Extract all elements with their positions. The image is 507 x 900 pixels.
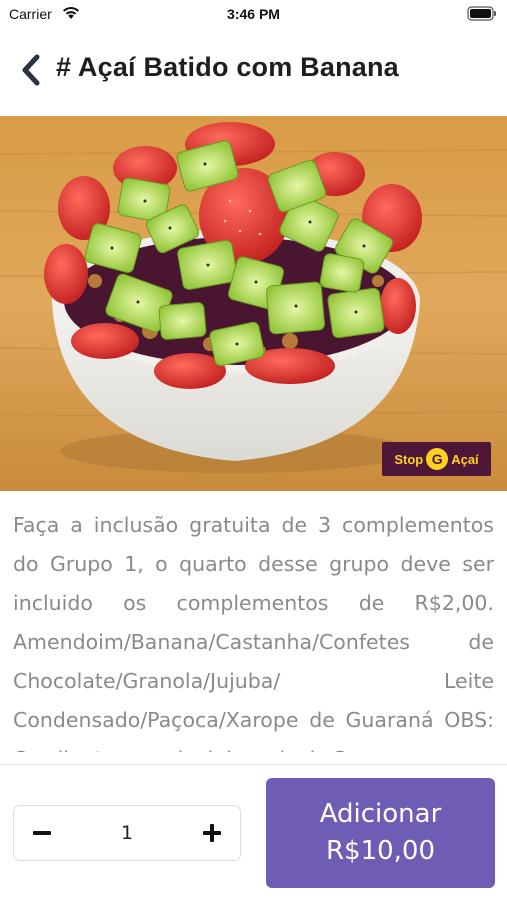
back-button[interactable] — [14, 48, 48, 92]
battery-icon — [467, 6, 496, 21]
divider — [0, 764, 507, 765]
increment-button[interactable] — [184, 806, 240, 860]
page-title: # Açaí Batido com Banana — [56, 52, 399, 82]
add-to-cart-button[interactable]: Adicionar R$10,00 — [266, 778, 495, 888]
add-button-label: Adicionar — [319, 799, 442, 829]
product-description: Faça a inclusão gratuita de 3 complement… — [13, 513, 494, 752]
nav-bar: # Açaí Batido com Banana — [0, 44, 507, 104]
plus-icon — [203, 824, 221, 842]
quantity-value: 1 — [120, 822, 134, 844]
quantity-stepper: 1 — [13, 805, 241, 861]
chevron-left-icon — [22, 54, 40, 86]
add-button-price: R$10,00 — [325, 836, 436, 866]
minus-icon — [33, 831, 51, 835]
product-image: Stop G Açaí — [0, 116, 507, 491]
status-time: 3:46 PM — [227, 6, 280, 22]
brand-logo: Stop G Açaí — [382, 442, 491, 476]
status-bar: Carrier 3:46 PM — [0, 0, 507, 28]
decrement-button[interactable] — [14, 806, 70, 860]
